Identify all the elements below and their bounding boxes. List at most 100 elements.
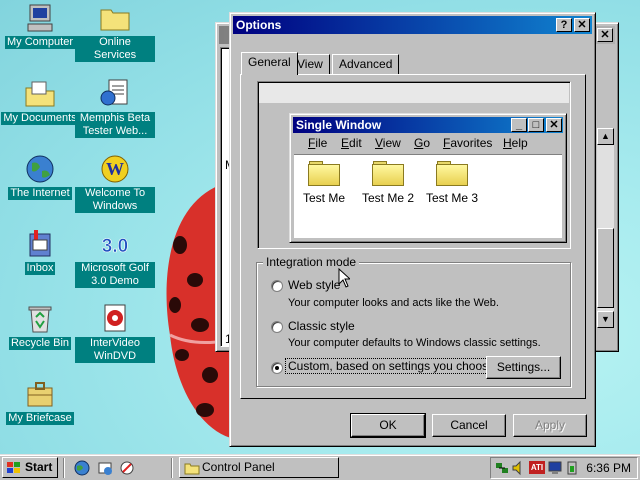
desktop-icon-my-computer[interactable]: My Computer: [0, 2, 80, 49]
system-tray: ATI 6:36 PM: [490, 457, 638, 479]
display-icon[interactable]: [547, 460, 563, 476]
ie-icon[interactable]: [74, 460, 90, 476]
network-icon[interactable]: [494, 460, 510, 476]
power-icon[interactable]: [564, 460, 580, 476]
scroll-up-arrow-icon[interactable]: ▲: [597, 128, 614, 145]
start-button[interactable]: Start: [2, 457, 58, 478]
preview-menubar: File Edit View Go Favorites Help: [298, 134, 562, 152]
folder-icon: [372, 161, 404, 186]
classic-style-description: Your computer defaults to Windows classi…: [288, 337, 541, 349]
desktop-icon-label: The Internet: [8, 187, 72, 200]
web-style-label[interactable]: Web style: [288, 278, 340, 292]
taskbar-separator: [171, 458, 173, 478]
menu-favorites: Favorites: [443, 136, 493, 150]
task-button-label: Control Panel: [202, 460, 275, 474]
preview-content: Test Me Test Me 2 Test Me 3: [294, 154, 562, 238]
cancel-button[interactable]: Cancel: [432, 414, 506, 437]
tab-advanced[interactable]: Advanced: [332, 54, 400, 74]
desktop-icon-label: My Documents: [1, 112, 79, 125]
dvd-icon: [99, 303, 131, 335]
custom-radio[interactable]: [271, 362, 283, 374]
options-title: Options: [236, 18, 282, 32]
desktop-icon-the-internet[interactable]: The Internet: [0, 153, 80, 200]
help-button[interactable]: ?: [556, 18, 572, 32]
control-panel-folder-icon: [184, 463, 200, 475]
close-icon: ✕: [546, 118, 562, 132]
menu-help: Help: [503, 136, 528, 150]
apply-button[interactable]: Apply: [513, 414, 587, 437]
single-window-preview: Single Window _ □ ✕ File Edit View Go Fa…: [289, 113, 567, 243]
classic-style-radio[interactable]: [271, 321, 283, 333]
desktop-icon-label: Online Services: [75, 36, 155, 62]
options-dialog[interactable]: Options ? ✕ General View Advanced Single…: [229, 12, 596, 447]
classic-style-label[interactable]: Classic style: [288, 319, 355, 333]
integration-mode-label: Integration mode: [263, 255, 360, 269]
minimize-icon: _: [511, 118, 527, 132]
svg-text:3.0: 3.0: [102, 236, 128, 257]
welcome-w-icon: W: [99, 153, 131, 185]
mouse-cursor-icon: [338, 268, 350, 288]
desktop-icon-memphis-beta[interactable]: Memphis Beta Tester Web...: [75, 78, 155, 138]
folder-label: Test Me 2: [361, 191, 415, 205]
computer-icon: [24, 2, 56, 34]
desktop-icon-online-services[interactable]: Online Services: [75, 2, 155, 62]
desktop-icon-windvd[interactable]: InterVideo WinDVD: [75, 303, 155, 363]
desktop: My Computer Online Services My Documents…: [0, 0, 640, 454]
background-window-scrollbar[interactable]: ▲ ▼: [597, 128, 614, 328]
outlook-icon[interactable]: [97, 460, 113, 476]
folder-icon: [308, 161, 340, 186]
task-button-control-panel[interactable]: Control Panel: [179, 457, 339, 478]
inbox-icon: [24, 228, 56, 260]
ati-icon[interactable]: ATI: [529, 461, 545, 474]
desktop-icon-label: My Computer: [4, 36, 76, 49]
desktop-icon-label: Inbox: [24, 262, 56, 275]
svg-text:W: W: [106, 159, 124, 179]
settings-button[interactable]: Settings...: [486, 356, 561, 379]
close-button[interactable]: ✕: [574, 18, 590, 32]
tab-general[interactable]: General: [241, 52, 298, 75]
clock[interactable]: 6:36 PM: [586, 458, 631, 478]
internet-globe-icon: [24, 153, 56, 185]
recycle-bin-icon: [24, 303, 56, 335]
desktop-icon-my-briefcase[interactable]: My Briefcase: [0, 378, 80, 425]
folder-icon: [99, 2, 131, 34]
web-document-icon: [99, 78, 131, 110]
scroll-down-arrow-icon[interactable]: ▼: [597, 311, 614, 328]
menu-file: File: [308, 136, 328, 150]
menu-go: Go: [414, 136, 431, 150]
taskbar-separator: [63, 458, 65, 478]
briefcase-icon: [24, 378, 56, 410]
taskbar: Start Control Panel ATI 6:36 PM: [0, 454, 640, 480]
desktop-icon-inbox[interactable]: Inbox: [0, 228, 80, 275]
desktop-icon-label: My Briefcase: [6, 412, 74, 425]
folder-label: Test Me 3: [425, 191, 479, 205]
scroll-thumb[interactable]: [597, 228, 614, 308]
documents-folder-icon: [24, 78, 56, 110]
desktop-icon-recycle-bin[interactable]: Recycle Bin: [0, 303, 80, 350]
web-style-description: Your computer looks and acts like the We…: [288, 297, 499, 309]
preview-backdrop: [259, 83, 569, 103]
desktop-icon-my-documents[interactable]: My Documents: [0, 78, 80, 125]
volume-icon[interactable]: [511, 460, 527, 476]
menu-view: View: [375, 136, 401, 150]
ok-button[interactable]: OK: [350, 413, 426, 438]
preview-titlebar: Single Window _ □ ✕: [293, 117, 563, 133]
folder-icon: [436, 161, 468, 186]
desktop-icon-label: InterVideo WinDVD: [75, 337, 155, 363]
background-window-close-button[interactable]: ✕: [597, 28, 613, 42]
desktop-icon-welcome[interactable]: W Welcome To Windows: [75, 153, 155, 213]
options-titlebar[interactable]: Options ? ✕: [233, 16, 592, 34]
desktop-icon-label: Microsoft Golf 3.0 Demo: [75, 262, 155, 288]
web-style-radio[interactable]: [271, 280, 283, 292]
integration-mode-group: Integration mode Web style Your computer…: [256, 255, 571, 387]
custom-label[interactable]: Custom, based on settings you choose: [285, 358, 498, 374]
folder-label: Test Me: [302, 191, 345, 205]
maximize-icon: □: [528, 118, 544, 132]
desktop-icon-golf[interactable]: 3.0 Microsoft Golf 3.0 Demo: [75, 228, 155, 288]
channels-icon[interactable]: [119, 460, 135, 476]
menu-edit: Edit: [341, 136, 362, 150]
windows-logo-icon: [7, 462, 20, 473]
desktop-icon-label: Recycle Bin: [8, 337, 72, 350]
start-label: Start: [25, 460, 53, 474]
golf-icon: 3.0: [99, 228, 131, 260]
